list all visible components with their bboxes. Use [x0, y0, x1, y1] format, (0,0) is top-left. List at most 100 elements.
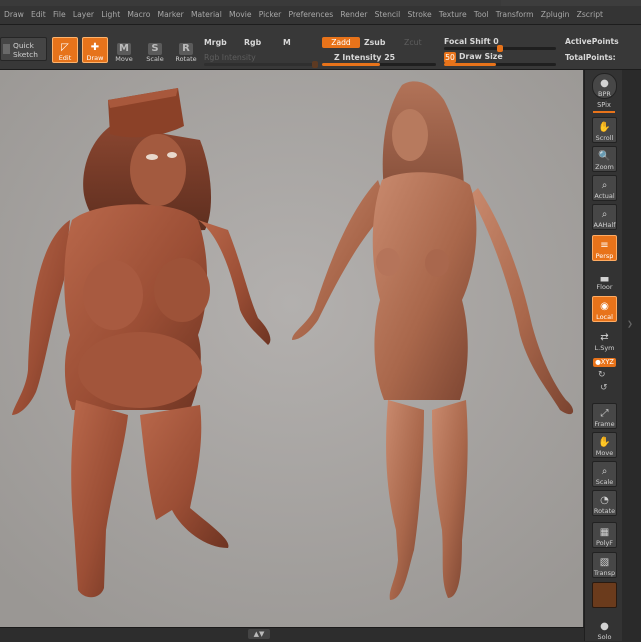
- local-pivot-icon: ◉: [600, 301, 609, 312]
- document-canvas[interactable]: [0, 70, 583, 627]
- edit-button[interactable]: ◸ Edit: [52, 37, 78, 63]
- frame-label: Frame: [594, 420, 615, 428]
- menu-layer[interactable]: Layer: [69, 6, 97, 24]
- draw-size-slider[interactable]: Draw Size: [459, 52, 503, 61]
- rotate-z-icon[interactable]: ↺: [600, 383, 608, 393]
- zbrush-window: Draw Edit File Layer Light Macro Marker Materia…: [0, 0, 641, 642]
- polyf-button[interactable]: ▦ PolyF: [592, 522, 617, 548]
- menu-stroke[interactable]: Stroke: [404, 6, 435, 24]
- polyf-label: PolyF: [595, 539, 614, 547]
- menu-draw[interactable]: Draw: [0, 6, 27, 24]
- menu-bar: Draw Edit File Layer Light Macro Marker Materia…: [0, 6, 641, 25]
- quick-sketch-label-1: Quick: [13, 41, 34, 50]
- menu-render[interactable]: Render: [337, 6, 371, 24]
- scroll-label: Scroll: [595, 134, 614, 142]
- floor-button[interactable]: ▃ Floor: [592, 265, 617, 291]
- local-label: Local: [596, 313, 613, 321]
- menu-stencil[interactable]: Stencil: [371, 6, 404, 24]
- solo-button[interactable]: ● Solo: [592, 615, 617, 641]
- transp-button[interactable]: ▧ Transp: [592, 552, 617, 578]
- menu-tool[interactable]: Tool: [470, 6, 492, 24]
- ghost-button[interactable]: [592, 582, 617, 608]
- actual-button[interactable]: ⌕ Actual: [592, 175, 617, 201]
- rotate-sphere-icon: ◔: [600, 495, 609, 506]
- local-button[interactable]: ◉ Local: [592, 296, 617, 322]
- aahalf-button[interactable]: ⌕ AAHalf: [592, 204, 617, 230]
- lsym-button[interactable]: ⇄ L.Sym: [592, 326, 617, 352]
- transparency-icon: ▧: [599, 557, 610, 568]
- floor-label: Floor: [596, 283, 613, 291]
- rotate-button[interactable]: R Rotate: [173, 37, 199, 63]
- bpr-sphere-icon: ●: [600, 78, 609, 89]
- right-tray-edge: ❯: [622, 70, 641, 641]
- mrgb-button[interactable]: Mrgb: [204, 38, 227, 47]
- zadd-button[interactable]: Zadd: [322, 37, 360, 48]
- move-label: Move: [115, 55, 133, 63]
- draw-size-value: 50: [444, 52, 456, 63]
- rotate-label: Rotate: [175, 55, 197, 63]
- polyframe-grid-icon: ▦: [599, 527, 610, 538]
- draw-label: Draw: [86, 54, 104, 62]
- zsub-button[interactable]: Zsub: [364, 38, 385, 47]
- bpr-button[interactable]: ● BPR: [592, 73, 617, 99]
- persp-button[interactable]: ≡ Persp: [592, 235, 617, 261]
- scale-icon: S: [148, 43, 162, 55]
- scroll-button[interactable]: ✋ Scroll: [592, 117, 617, 143]
- tray-rotate-button[interactable]: ◔ Rotate: [592, 490, 617, 516]
- xyz-toggle[interactable]: ●XYZ: [593, 358, 616, 367]
- quick-sketch-label-2: Sketch: [13, 50, 38, 59]
- perspective-icon: ≡: [600, 240, 609, 251]
- tray-scale-label: Scale: [595, 478, 614, 486]
- menu-texture[interactable]: Texture: [435, 6, 470, 24]
- z-intensity-track: [322, 63, 436, 66]
- menu-file[interactable]: File: [49, 6, 69, 24]
- menu-picker[interactable]: Picker: [255, 6, 285, 24]
- edit-pencil-icon: ◸: [61, 42, 69, 53]
- menu-zplugin[interactable]: Zplugin: [537, 6, 573, 24]
- move-button[interactable]: M Move: [111, 37, 137, 63]
- rotate-y-icon[interactable]: ↻: [598, 370, 606, 380]
- tray-scale-button[interactable]: ⌕ Scale: [592, 461, 617, 487]
- rgb-intensity-knob[interactable]: [312, 61, 318, 68]
- draw-button[interactable]: ✚ Draw: [82, 37, 108, 63]
- m-button[interactable]: M: [283, 38, 291, 47]
- zcut-button[interactable]: Zcut: [404, 38, 422, 47]
- frame-button[interactable]: ⤢ Frame: [592, 403, 617, 429]
- rgb-button[interactable]: Rgb: [244, 38, 261, 47]
- frame-icon: ⤢: [600, 408, 609, 419]
- tray-collapse-arrow-icon[interactable]: ❯: [627, 320, 633, 328]
- edit-label: Edit: [58, 54, 72, 62]
- quick-sketch-icon: [3, 44, 10, 54]
- focal-shift-slider[interactable]: Focal Shift 0: [444, 37, 499, 46]
- menu-light[interactable]: Light: [98, 6, 124, 24]
- menu-marker[interactable]: Marker: [154, 6, 187, 24]
- draw-brush-icon: ✚: [90, 42, 100, 53]
- hand-move-icon: ✋: [598, 437, 611, 448]
- menu-movie[interactable]: Movie: [225, 6, 255, 24]
- zoom-label: Zoom: [595, 163, 614, 171]
- right-tray: ● BPR SPix ✋ Scroll 🔍 Zoom ⌕ Actual ⌕ AA…: [584, 70, 623, 641]
- spix-slider[interactable]: SPix: [585, 101, 623, 109]
- top-shelf: Quick Sketch ◸ Edit ✚ Draw M Move S Scal…: [0, 25, 641, 70]
- z-intensity-slider[interactable]: Z Intensity 25: [334, 53, 395, 62]
- bpr-label: BPR: [598, 90, 611, 98]
- focal-shift-knob[interactable]: [497, 45, 503, 52]
- active-points-readout: ActivePoints: [565, 37, 619, 46]
- tray-move-button[interactable]: ✋ Move: [592, 432, 617, 458]
- zoom-button[interactable]: 🔍 Zoom: [592, 146, 617, 172]
- menu-edit[interactable]: Edit: [27, 6, 49, 24]
- rgb-intensity-slider[interactable]: Rgb Intensity: [204, 53, 256, 62]
- quick-sketch-button[interactable]: Quick Sketch: [0, 37, 47, 61]
- rgb-intensity-track: [204, 61, 318, 68]
- menu-material[interactable]: Material: [187, 6, 225, 24]
- scale-button[interactable]: S Scale: [142, 37, 168, 63]
- menu-preferences[interactable]: Preferences: [285, 6, 337, 24]
- menu-macro[interactable]: Macro: [124, 6, 154, 24]
- move-icon: M: [117, 43, 131, 55]
- bottom-tray-toggle-icon[interactable]: ▲▼: [248, 629, 270, 639]
- aahalf-label: AAHalf: [593, 221, 616, 229]
- magnifier-zoom-icon: 🔍: [598, 151, 611, 162]
- actual-label: Actual: [594, 192, 615, 200]
- menu-transform[interactable]: Transform: [492, 6, 537, 24]
- menu-zscript[interactable]: Zscript: [573, 6, 607, 24]
